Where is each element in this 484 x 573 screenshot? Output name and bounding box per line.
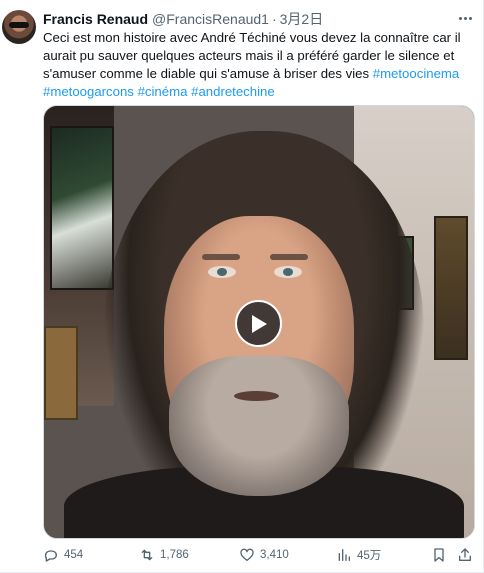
share-button[interactable] [457,545,473,565]
eye-left [208,266,236,278]
brow-left [202,254,240,260]
views-button[interactable]: 45万 [336,545,381,565]
retweet-icon [141,549,153,561]
sunglasses-shape [9,22,29,28]
action-bar: 454 1,786 3,410 45万 [43,545,475,565]
like-button[interactable]: 3,410 [239,545,289,565]
separator-dot: · [271,11,277,27]
hashtag-link[interactable]: #andretechine [191,84,275,99]
hashtag-link[interactable]: #cinéma [138,84,188,99]
reply-icon [44,550,57,562]
wall-painting [50,126,114,290]
reply-count: 454 [64,549,84,561]
retweet-button[interactable]: 1,786 [139,545,189,565]
mouth-shape [234,391,279,401]
wall-picture-tall [434,216,468,360]
bookmark-button[interactable] [431,545,447,565]
reply-button[interactable]: 454 [43,545,83,565]
views-count: 45万 [357,550,382,562]
tweet-text: Ceci est mon histoire avec André Téchiné… [43,29,463,101]
bookmark-icon [434,548,444,562]
beard-shape [169,356,349,496]
author-handle[interactable]: @FrancisRenaud1 [152,11,269,27]
brow-right [270,254,308,260]
heart-icon [240,548,254,561]
video-thumbnail[interactable] [43,105,475,539]
share-icon [459,548,471,561]
play-icon[interactable] [235,300,282,347]
eye-right [274,266,302,278]
hashtag-link[interactable]: #metoocinema [373,66,460,81]
more-dots-icon[interactable] [455,10,475,26]
tweet-header: Francis Renaud @FrancisRenaud1 · 3月2日 [43,10,323,28]
like-count: 3,410 [260,549,289,561]
bar-chart-icon [338,549,350,561]
background-frame-left [44,326,78,420]
tweet-card: Francis Renaud @FrancisRenaud1 · 3月2日 Ce… [0,0,484,573]
retweet-count: 1,786 [160,549,189,561]
author-name[interactable]: Francis Renaud [43,11,148,27]
avatar[interactable] [2,10,36,44]
hashtag-link[interactable]: #metoogarcons [43,84,134,99]
tweet-date[interactable]: 3月2日 [280,9,324,29]
